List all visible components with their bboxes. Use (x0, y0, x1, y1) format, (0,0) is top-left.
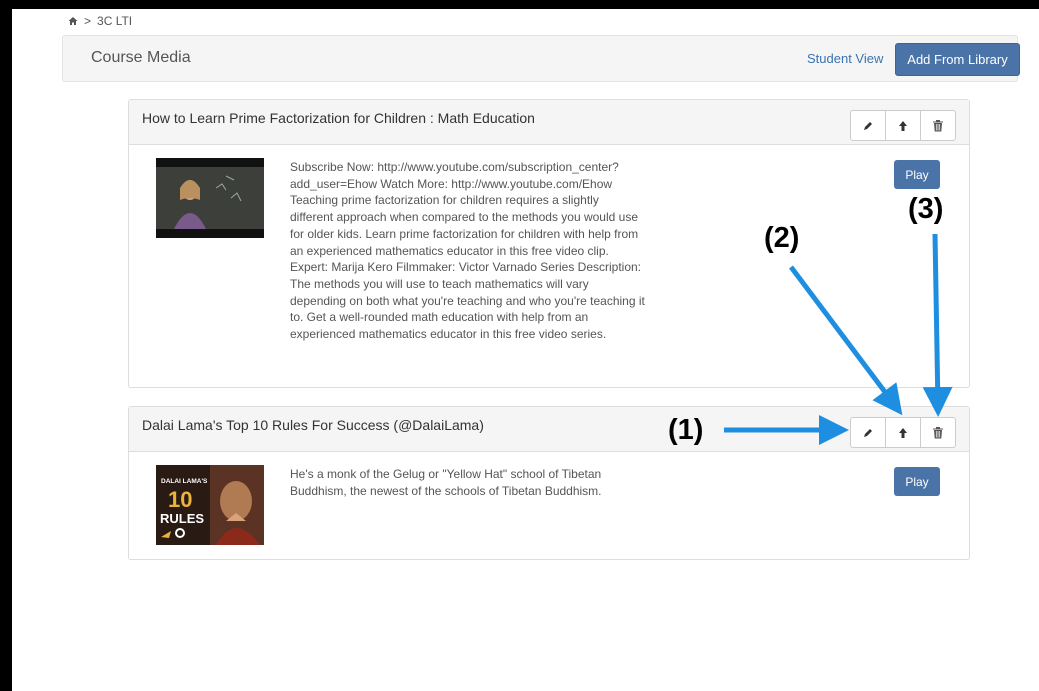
annotation-arrow-3 (922, 233, 953, 417)
annotation-arrow-2 (789, 265, 903, 416)
annotation-arrows (724, 233, 953, 445)
page: > 3C LTI Course Media Student View Add F… (12, 9, 1039, 691)
